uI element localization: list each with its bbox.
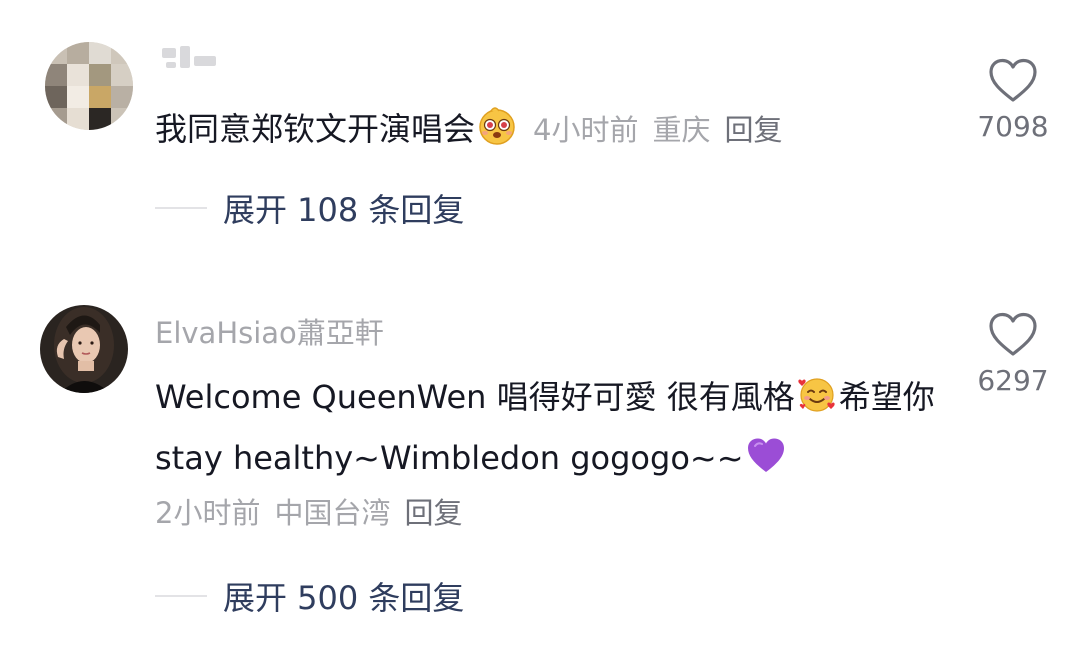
reply-button[interactable]: 回复	[404, 496, 462, 530]
like-button[interactable]: 6297	[963, 312, 1063, 397]
avatar[interactable]	[40, 305, 128, 393]
heart-icon	[989, 58, 1037, 102]
like-button[interactable]: 7098	[963, 58, 1063, 143]
like-count: 7098	[977, 110, 1049, 143]
expand-replies-label: 展开 108 条回复	[223, 191, 465, 229]
divider-line	[155, 207, 207, 209]
pleading-face-emoji	[477, 106, 517, 163]
like-count: 6297	[977, 364, 1049, 397]
expand-replies-label: 展开 500 条回复	[223, 579, 465, 617]
comment-text: 我同意郑钦文开演唱会 4小时前 重庆 回复	[155, 102, 783, 163]
reply-button[interactable]: 回复	[724, 113, 782, 147]
comment-time: 4小时前	[533, 113, 639, 147]
comment-meta: 4小时前 重庆 回复	[533, 113, 782, 147]
comment-body-part1: Welcome QueenWen 唱得好可愛 很有風格	[155, 378, 795, 416]
comment-time: 2小时前	[155, 496, 261, 530]
heart-icon	[989, 312, 1037, 356]
username[interactable]: ElvaHsiao蕭亞軒	[155, 310, 384, 352]
comment-location: 中国台湾	[274, 496, 391, 530]
blurred-name	[158, 40, 228, 74]
username-blurred[interactable]	[158, 40, 228, 81]
smiling-face-with-hearts-emoji	[797, 374, 837, 431]
comment-item: 我同意郑钦文开演唱会 4小时前 重庆 回复 7098 展开 108 条回复	[0, 0, 1080, 290]
comment-text: Welcome QueenWen 唱得好可愛 很有風格 希望你stay heal…	[155, 370, 955, 492]
divider-line	[155, 595, 207, 597]
purple-heart-emoji	[746, 437, 786, 492]
comment-item: ElvaHsiao蕭亞軒 Welcome QueenWen 唱得好可愛 很有風格…	[0, 290, 1080, 650]
avatar[interactable]	[45, 42, 133, 130]
comment-meta: 2小时前 中国台湾 回复	[155, 490, 462, 532]
expand-replies-button[interactable]: 展开 108 条回复	[155, 185, 464, 231]
comment-body: 我同意郑钦文开演唱会	[155, 110, 476, 148]
expand-replies-button[interactable]: 展开 500 条回复	[155, 573, 464, 619]
comment-location: 重庆	[652, 113, 711, 147]
